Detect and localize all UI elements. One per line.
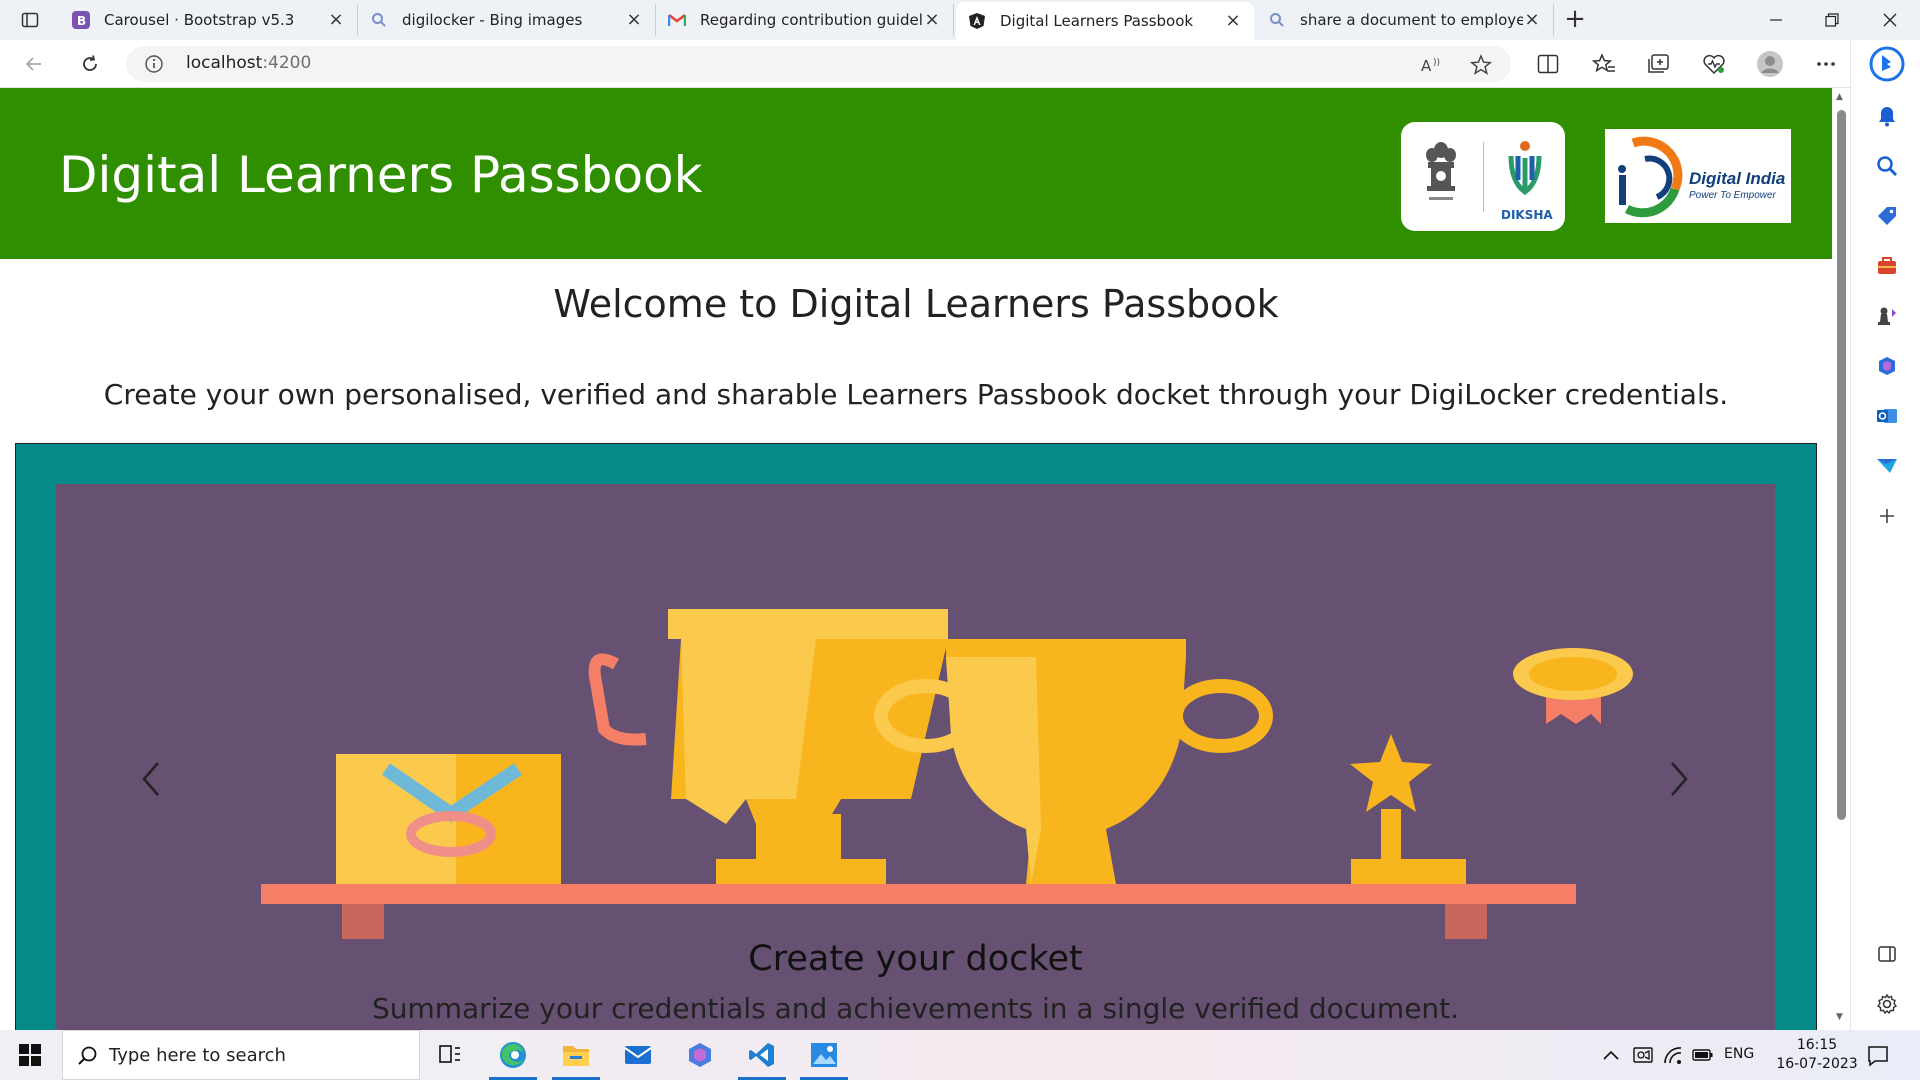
favorite-star-icon[interactable] [1470, 54, 1492, 76]
digital-india-logo: Digital India Power To Empower [1605, 129, 1791, 223]
close-tab-icon[interactable]: × [1523, 11, 1541, 29]
more-options-icon[interactable] [1812, 50, 1840, 78]
task-view-icon[interactable] [432, 1038, 468, 1072]
edge-sidebar [1850, 40, 1920, 1030]
web-page: Digital Learners Passbook DIKSHA Digital… [0, 88, 1832, 1030]
action-center-notification-icon[interactable] [1866, 1044, 1890, 1068]
page-scrollbar[interactable]: ▲ ▼ [1832, 88, 1850, 1030]
bing-chat-icon[interactable] [1869, 46, 1905, 82]
back-arrow-icon[interactable] [20, 50, 48, 78]
address-toolbar: localhost:4200 A)) [0, 40, 1920, 88]
minimize-icon[interactable] [1764, 8, 1788, 32]
close-window-icon[interactable] [1878, 8, 1902, 32]
file-explorer-icon[interactable] [552, 1038, 600, 1080]
microsoft-365-icon[interactable] [1873, 352, 1901, 380]
emblem-diksha-logo: DIKSHA [1401, 122, 1565, 231]
digital-india-text: Digital India [1689, 169, 1786, 188]
tab-carousel-bootstrap[interactable]: B Carousel · Bootstrap v5.3 × [60, 4, 358, 36]
carousel-prev-chevron-icon[interactable] [131, 754, 171, 804]
shopping-tag-icon[interactable] [1873, 202, 1901, 230]
digital-india-tagline: Power To Empower [1689, 190, 1776, 201]
sidebar-search-icon[interactable] [1873, 152, 1901, 180]
new-tab-icon[interactable]: + [1563, 6, 1587, 32]
tools-briefcase-icon[interactable] [1873, 252, 1901, 280]
url-text: localhost:4200 [186, 53, 312, 73]
language-indicator[interactable]: ENG [1724, 1046, 1754, 1062]
close-tab-icon[interactable]: × [625, 11, 643, 29]
edge-browser-icon[interactable] [489, 1038, 537, 1080]
add-sidebar-app-icon[interactable] [1873, 502, 1901, 530]
clock-time: 16:15 [1796, 1037, 1838, 1053]
taskbar-clock[interactable]: 16:15 16-07-2023 [1772, 1036, 1862, 1074]
carousel-caption-text: Summarize your credentials and achieveme… [371, 992, 1460, 1025]
windows-start-icon[interactable] [18, 1043, 42, 1067]
site-title: Digital Learners Passbook [59, 146, 703, 204]
show-hidden-icons-chevron-icon[interactable] [1600, 1044, 1622, 1066]
site-header: Digital Learners Passbook DIKSHA Digital… [0, 88, 1832, 259]
collections-icon[interactable] [1644, 50, 1672, 78]
carousel-caption-title: Create your docket [748, 939, 1083, 979]
svg-text:A: A [1421, 57, 1432, 74]
close-tab-icon[interactable]: × [327, 11, 345, 29]
bootstrap-icon: B [72, 11, 90, 29]
outlook-icon[interactable] [1873, 402, 1901, 430]
tab-digital-learners-passbook[interactable]: Digital Learners Passbook × [956, 2, 1254, 40]
read-aloud-icon[interactable]: A)) [1421, 54, 1443, 76]
tab-bing-images[interactable]: digilocker - Bing images × [358, 4, 656, 36]
browser-essentials-icon[interactable] [1700, 50, 1728, 78]
clock-date: 16-07-2023 [1776, 1056, 1858, 1072]
tab-share-document[interactable]: share a document to employers × [1256, 4, 1554, 36]
taskbar-search-box[interactable]: Type here to search [62, 1030, 420, 1080]
hide-sidebar-icon[interactable] [1873, 940, 1901, 968]
games-chess-icon[interactable] [1873, 302, 1901, 330]
site-info-icon[interactable] [144, 54, 164, 74]
notifications-bell-icon[interactable] [1873, 102, 1901, 130]
carousel: Create your docket Summarize your creden… [15, 443, 1817, 1030]
gmail-icon [668, 11, 686, 29]
favorites-icon[interactable] [1590, 50, 1618, 78]
welcome-heading: Welcome to Digital Learners Passbook [553, 282, 1279, 326]
intro-subtitle: Create your own personalised, verified a… [103, 378, 1729, 411]
split-screen-icon[interactable] [1534, 50, 1562, 78]
tab-gmail[interactable]: Regarding contribution guideline × [656, 4, 954, 36]
diksha-label: DIKSHA [1501, 208, 1553, 222]
close-tab-icon[interactable]: × [1224, 12, 1242, 30]
drop-send-icon[interactable] [1873, 452, 1901, 480]
mail-icon[interactable] [620, 1038, 656, 1072]
scroll-up-arrow-icon[interactable]: ▲ [1836, 92, 1843, 102]
svg-text:B: B [77, 14, 86, 28]
angular-icon [968, 12, 986, 30]
carousel-next-chevron-icon[interactable] [1659, 754, 1699, 804]
close-tab-icon[interactable]: × [923, 11, 941, 29]
refresh-icon[interactable] [76, 50, 104, 78]
bing-search-icon [370, 11, 388, 29]
tab-actions-icon[interactable] [20, 10, 40, 30]
copilot-app-icon[interactable] [682, 1038, 718, 1072]
vscode-icon[interactable] [738, 1038, 786, 1080]
scrollbar-thumb[interactable] [1837, 110, 1846, 820]
browser-tab-bar: B Carousel · Bootstrap v5.3 × digilocker… [0, 0, 1920, 40]
photos-icon[interactable] [800, 1038, 848, 1080]
address-bar[interactable]: localhost:4200 A)) [126, 46, 1511, 82]
taskbar-search-icon [77, 1045, 99, 1067]
taskbar-search-placeholder: Type here to search [109, 1045, 286, 1066]
svg-text:)): )) [1433, 58, 1440, 68]
profile-avatar-icon[interactable] [1756, 50, 1784, 78]
restore-icon[interactable] [1820, 8, 1844, 32]
battery-icon[interactable] [1692, 1044, 1714, 1066]
carousel-slide: Create your docket Summarize your creden… [56, 484, 1775, 1030]
wifi-icon[interactable] [1662, 1044, 1684, 1066]
scroll-down-arrow-icon[interactable]: ▼ [1836, 1012, 1843, 1022]
sidebar-settings-gear-icon[interactable] [1873, 990, 1901, 1018]
windows-taskbar: Type here to search ENG 16:15 16-07-2023 [0, 1030, 1920, 1080]
bing-search-icon [1268, 11, 1286, 29]
meet-now-icon[interactable] [1632, 1044, 1654, 1066]
